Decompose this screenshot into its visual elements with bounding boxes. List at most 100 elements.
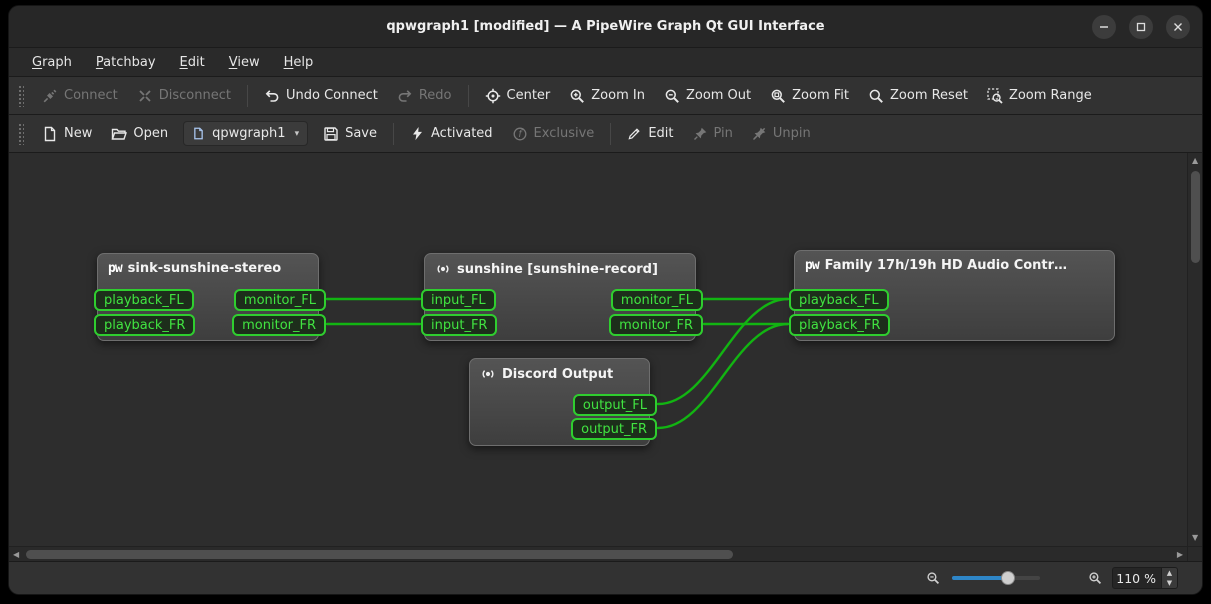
port-sunshine-input-fr[interactable]: input_FR <box>421 314 497 336</box>
zoom-slider[interactable] <box>952 570 1040 586</box>
disconnect-label: Disconnect <box>159 88 231 103</box>
zoom-in-icon <box>569 88 585 104</box>
zoom-slider-handle[interactable] <box>1001 571 1015 585</box>
connect-icon <box>42 88 58 104</box>
port-sunshine-monitor-fr[interactable]: monitor_FR <box>609 314 703 336</box>
undo-icon <box>264 88 280 104</box>
port-family-playback-fr[interactable]: playback_FR <box>789 314 890 336</box>
activated-bolt-icon <box>410 126 425 141</box>
activated-button[interactable]: Activated <box>402 120 501 147</box>
scroll-left-arrow-icon[interactable]: ◀ <box>13 551 19 559</box>
zoom-out-button[interactable]: Zoom Out <box>656 82 759 110</box>
undo-connect-button[interactable]: Undo Connect <box>256 82 386 110</box>
zoom-reset-button[interactable]: Zoom Reset <box>860 82 976 110</box>
exclusive-button[interactable]: f Exclusive <box>504 120 603 148</box>
scroll-down-arrow-icon[interactable]: ▼ <box>1192 534 1198 542</box>
edit-pencil-icon <box>627 126 642 141</box>
node-title: sunshine [sunshine-record] <box>457 262 658 277</box>
vertical-scrollbar-thumb[interactable] <box>1191 171 1200 263</box>
zoom-fit-label: Zoom Fit <box>792 88 849 103</box>
node-title: Family 17h/19h HD Audio Contr… <box>825 258 1067 273</box>
node-discord-output[interactable]: Discord Output output_FL output_FR <box>469 358 650 446</box>
zoom-range-button[interactable]: Zoom Range <box>979 82 1100 110</box>
center-button[interactable]: Center <box>477 82 559 110</box>
window-controls <box>1092 6 1190 47</box>
graph-canvas[interactable]: pw sink-sunshine-stereo playback_FL play… <box>9 153 1187 546</box>
zoom-slider-fill <box>952 576 1008 580</box>
graph-toolbar: Connect Disconnect Undo Connect Redo <box>9 77 1202 115</box>
port-sink-monitor-fr[interactable]: monitor_FR <box>232 314 326 336</box>
activated-label: Activated <box>431 126 493 141</box>
disconnect-button[interactable]: Disconnect <box>129 82 239 110</box>
menu-edit[interactable]: Edit <box>171 52 214 73</box>
port-sunshine-monitor-fl[interactable]: monitor_FL <box>611 289 703 311</box>
node-title: sink-sunshine-stereo <box>128 261 282 276</box>
pin-button[interactable]: Pin <box>685 120 741 147</box>
port-sink-playback-fl[interactable]: playback_FL <box>94 289 194 311</box>
menu-view[interactable]: View <box>220 52 269 73</box>
unpin-icon <box>752 126 767 141</box>
unpin-button[interactable]: Unpin <box>744 120 819 147</box>
port-discord-output-fl[interactable]: output_FL <box>573 394 657 416</box>
menu-help[interactable]: Help <box>275 52 323 73</box>
profile-file-icon <box>192 127 205 140</box>
port-sunshine-input-fl[interactable]: input_FL <box>421 289 496 311</box>
menu-patchbay[interactable]: Patchbay <box>87 52 165 73</box>
port-discord-output-fr[interactable]: output_FR <box>571 418 657 440</box>
scrollbar-corner <box>1187 546 1202 561</box>
node-sunshine[interactable]: sunshine [sunshine-record] input_FL inpu… <box>424 253 696 341</box>
scroll-right-arrow-icon[interactable]: ▶ <box>1177 551 1183 559</box>
zoom-spin-down-button[interactable]: ▼ <box>1162 578 1177 588</box>
window-title: qpwgraph1 [modified] — A PipeWire Graph … <box>386 19 824 34</box>
minimize-button[interactable] <box>1092 15 1116 39</box>
port-family-playback-fl[interactable]: playback_FL <box>789 289 889 311</box>
toolbar-grip[interactable] <box>18 85 24 107</box>
save-label: Save <box>345 126 377 141</box>
titlebar[interactable]: qpwgraph1 [modified] — A PipeWire Graph … <box>9 6 1202 48</box>
zoom-range-icon <box>987 88 1003 104</box>
zoom-out-mini-icon[interactable] <box>926 571 940 585</box>
close-button[interactable] <box>1166 15 1190 39</box>
vertical-scrollbar[interactable]: ▲ ▼ <box>1187 153 1202 546</box>
zoom-out-label: Zoom Out <box>686 88 751 103</box>
horizontal-scrollbar-thumb[interactable] <box>26 550 733 559</box>
dropdown-arrow-icon: ▾ <box>295 129 300 139</box>
menubar: Graph Patchbay Edit View Help <box>9 48 1202 77</box>
zoom-reset-label: Zoom Reset <box>890 88 968 103</box>
record-icon <box>435 261 451 277</box>
new-button[interactable]: New <box>34 120 100 148</box>
open-button[interactable]: Open <box>103 120 176 148</box>
zoom-spinbox[interactable]: 110 % ▲ ▼ <box>1112 567 1178 589</box>
node-sink-sunshine-stereo[interactable]: pw sink-sunshine-stereo playback_FL play… <box>97 253 319 341</box>
maximize-button[interactable] <box>1129 15 1153 39</box>
maximize-icon <box>1136 22 1146 32</box>
port-sink-monitor-fl[interactable]: monitor_FL <box>234 289 326 311</box>
edit-button[interactable]: Edit <box>619 120 681 147</box>
redo-button[interactable]: Redo <box>389 82 460 110</box>
toolbar-grip[interactable] <box>18 123 24 145</box>
cables-layer <box>9 153 1187 546</box>
menu-graph[interactable]: Graph <box>23 52 81 73</box>
toolbar-separator <box>393 123 394 145</box>
exclusive-label: Exclusive <box>534 126 595 141</box>
zoom-value[interactable]: 110 % <box>1113 568 1161 588</box>
zoom-in-mini-icon[interactable] <box>1088 571 1102 585</box>
zoom-range-label: Zoom Range <box>1009 88 1092 103</box>
zoom-in-button[interactable]: Zoom In <box>561 82 653 110</box>
zoom-spin-up-button[interactable]: ▲ <box>1162 568 1177 578</box>
profile-value: qpwgraph1 <box>212 126 285 141</box>
node-family-audio-controller[interactable]: pw Family 17h/19h HD Audio Contr… playba… <box>794 250 1115 341</box>
zoom-fit-button[interactable]: Zoom Fit <box>762 82 857 110</box>
connect-label: Connect <box>64 88 118 103</box>
pin-icon <box>693 126 708 141</box>
connect-button[interactable]: Connect <box>34 82 126 110</box>
save-button[interactable]: Save <box>315 120 385 148</box>
patchbay-profile-select[interactable]: qpwgraph1 ▾ <box>183 121 308 146</box>
center-label: Center <box>507 88 551 103</box>
scroll-up-arrow-icon[interactable]: ▲ <box>1192 157 1198 165</box>
zoom-out-icon <box>664 88 680 104</box>
port-sink-playback-fr[interactable]: playback_FR <box>94 314 195 336</box>
horizontal-scrollbar[interactable]: ◀ ▶ <box>9 546 1187 561</box>
zoom-reset-icon <box>868 88 884 104</box>
canvas-area: pw sink-sunshine-stereo playback_FL play… <box>9 153 1202 561</box>
